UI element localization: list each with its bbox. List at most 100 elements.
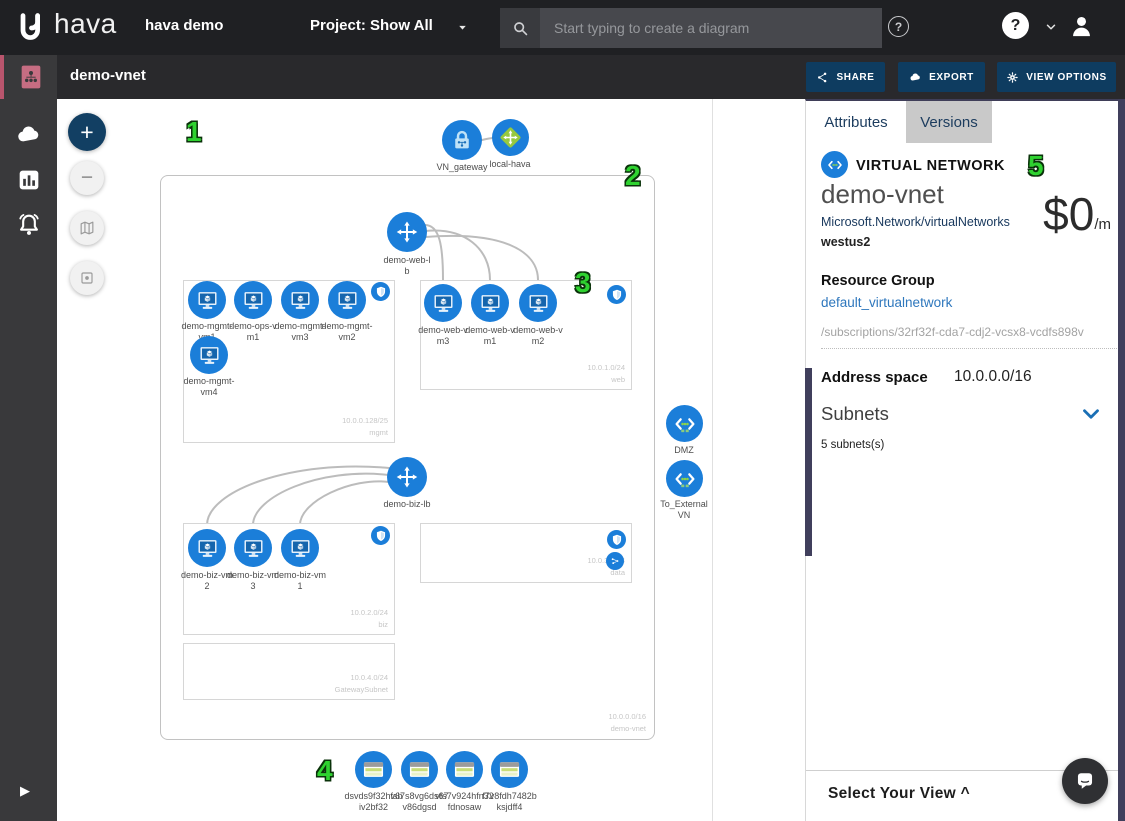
select-view-toggle[interactable]: Select Your View ^ [828,785,970,803]
vm-node[interactable] [519,284,557,322]
app-root: hava hava demo Project: Show All ? ? dem… [0,0,1125,821]
search-icon [510,18,531,39]
cost-display: $0 /m [1043,191,1111,237]
mgmt-cidr: 10.0.0.128/25 [342,415,388,427]
vm-node[interactable] [234,529,272,567]
share-button[interactable]: SHARE [806,62,885,92]
route-table-icon[interactable] [606,552,624,570]
vm-label: demo-biz-vm3 [226,570,280,592]
biz-lb-node[interactable] [387,457,427,497]
attributes-panel: Attributes Versions VIRTUAL NETWORK demo… [805,99,1125,821]
sidebar-item-reports[interactable] [0,158,57,202]
user-avatar-icon[interactable] [1068,13,1095,40]
storage-account-node[interactable] [355,751,392,788]
zoom-out-label: − [81,166,93,190]
sidebar-item-diagrams[interactable] [0,55,57,99]
help-outline-icon[interactable]: ? [888,16,909,37]
nsg-shield-icon[interactable] [371,282,390,301]
web-lb-node[interactable] [387,212,427,252]
biz-name: biz [350,619,388,631]
share-button-label: SHARE [836,72,874,83]
vm-label: demo-mgmt-vm4 [182,376,236,398]
share-icon [816,71,829,84]
create-diagram-search-input[interactable] [540,8,882,48]
external-vnet-node[interactable] [666,460,703,497]
mgmt-cidr-label: 10.0.0.128/25 mgmt [342,415,388,439]
sidebar-item-alerts[interactable] [0,203,57,247]
vm-icon [525,290,552,317]
view-options-button-label: VIEW OPTIONS [1026,72,1107,83]
web-cidr: 10.0.1.0/24 [587,362,625,374]
view-options-button[interactable]: VIEW OPTIONS [997,62,1116,92]
vm-icon [334,287,361,314]
lock-gateway-icon [448,126,476,154]
annotation-3: 3 [575,267,591,299]
tab-attributes[interactable]: Attributes [806,101,906,143]
vertical-scrollbar[interactable] [1118,99,1125,821]
vm-node[interactable] [281,529,319,567]
tab-versions[interactable]: Versions [906,101,992,143]
storage-account-node[interactable] [491,751,528,788]
subnet-gateway[interactable]: 10.0.4.0/24 GatewaySubnet [183,643,395,700]
biz-cidr: 10.0.2.0/24 [350,607,388,619]
storage-icon [451,756,478,783]
subnet-data[interactable]: 10.0.3.0/24 data [420,523,632,583]
vm-node[interactable] [188,281,226,319]
sidebar-item-environments[interactable] [0,113,57,157]
vm-icon [194,535,221,562]
vm-node[interactable] [234,281,272,319]
sidebar-expand-icon[interactable]: ▶ [20,783,30,799]
map-view-button[interactable] [70,211,104,245]
vm-node[interactable] [328,281,366,319]
vn-gateway-node[interactable] [442,120,482,160]
vm-icon [240,535,267,562]
project-selector[interactable]: Project: Show All [310,17,433,34]
resource-name: demo-vnet [821,179,944,210]
address-space-label: Address space [821,369,928,386]
zoom-out-button[interactable]: − [70,161,104,195]
top-navbar: hava hava demo Project: Show All ? ? [0,0,1125,55]
vm-node[interactable] [281,281,319,319]
vm-node[interactable] [424,284,462,322]
region-label: westus2 [821,235,870,249]
vm-label: demo-web-vm2 [511,325,565,347]
nsg-shield-icon[interactable] [371,526,390,545]
storage-account-node[interactable] [446,751,483,788]
chat-widget-button[interactable] [1062,758,1108,804]
dmz-vnet-node[interactable] [666,405,703,442]
load-balancer-icon [393,218,421,246]
storage-icon [496,756,523,783]
diagram-canvas[interactable]: + − VN_gateway local-hava 10.0.0.0/16 de… [57,99,805,821]
nsg-shield-icon[interactable] [607,530,626,549]
resource-group-link[interactable]: default_virtualnetwork [821,295,952,310]
help-filled-icon[interactable]: ? [1002,12,1029,39]
search-button[interactable] [500,8,540,48]
vm-label: demo-mgmt-vm3 [273,321,327,343]
panel-scrollbar[interactable] [805,368,812,556]
vm-icon [287,535,314,562]
annotation-5: 5 [1028,150,1044,182]
vnet-cidr: 10.0.0.0/16 [608,711,646,723]
vm-node[interactable] [471,284,509,322]
export-button[interactable]: EXPORT [898,62,985,92]
vm-node[interactable] [188,529,226,567]
annotation-2: 2 [625,160,641,192]
fit-view-button[interactable] [70,261,104,295]
local-gateway-icon [497,124,524,151]
subnets-collapse-chevron-icon[interactable] [1078,401,1104,427]
account-chevron-icon[interactable] [1044,20,1058,34]
local-hava-label: local-hava [480,159,540,170]
resource-group-label: Resource Group [821,273,935,289]
biz-lb-label: demo-biz-lb [369,499,445,510]
local-hava-node[interactable] [492,119,529,156]
nsg-shield-icon[interactable] [607,285,626,304]
zoom-in-button[interactable]: + [68,113,106,151]
web-lb-label: demo-web-lb [381,255,433,277]
project-caret-icon[interactable] [456,21,469,34]
vm-node[interactable] [190,336,228,374]
mgmt-name: mgmt [342,427,388,439]
storage-account-node[interactable] [401,751,438,788]
export-button-label: EXPORT [929,72,974,83]
page-title: demo-vnet [70,67,146,84]
vm-icon [196,342,223,369]
